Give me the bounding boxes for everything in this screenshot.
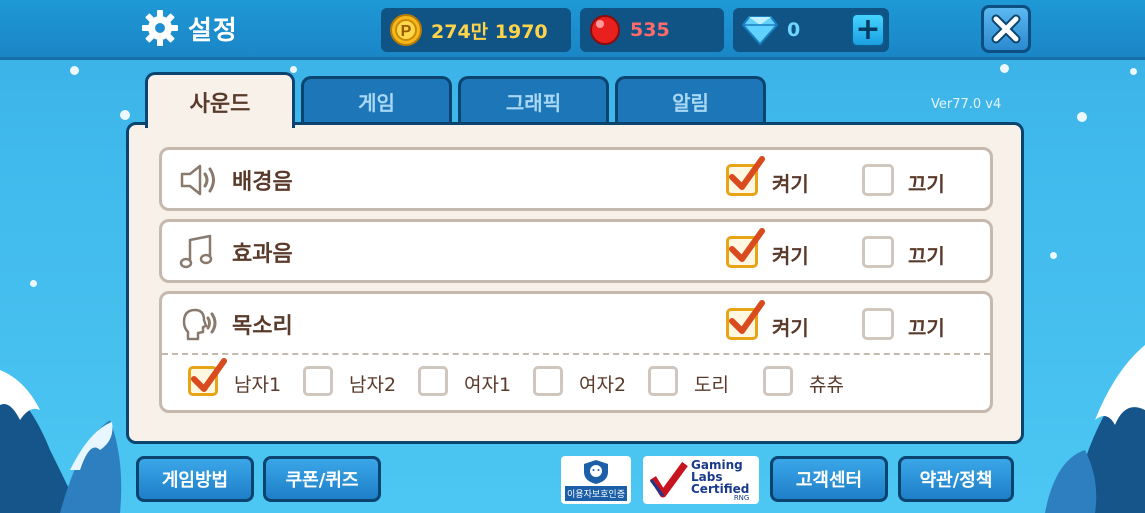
snow-dot (120, 110, 130, 120)
gaming-labs-rng: RNG (733, 493, 750, 502)
coin-amount: 274만 1970 (431, 20, 548, 43)
version-label: Ver77.0 v4 (931, 97, 1002, 112)
snow-dot (1000, 64, 1009, 73)
voice-off-checkbox[interactable] (862, 308, 894, 340)
setting-label-bgm: 배경음 (232, 170, 293, 195)
checkmark-icon (729, 228, 765, 262)
voice-male1-label: 남자1 (234, 374, 282, 396)
voice-female2-checkbox[interactable] (533, 366, 563, 396)
setting-row-sfx: 효과음 켜기 끄기 (159, 219, 993, 283)
checkmark-logo-icon (649, 461, 688, 498)
diamond-balance: 0 + (733, 8, 889, 52)
snow-dot (30, 280, 37, 287)
checkmark-icon (729, 300, 765, 334)
gaming-labs-line2: Labs (691, 469, 723, 484)
settings-header: 설정 (140, 8, 238, 48)
shield-face-icon (584, 460, 608, 484)
setting-label-voice: 목소리 (232, 314, 293, 339)
sfx-off-label: 끄기 (908, 244, 945, 268)
voice-on-checkbox[interactable] (726, 300, 765, 340)
bgm-off-label: 끄기 (908, 172, 945, 196)
voice-male2-checkbox[interactable] (303, 366, 333, 396)
setting-row-voice: 목소리 켜기 끄기 남자1 남자2 여자1 여자2 도리 츄츄 (159, 291, 993, 413)
gear-icon (142, 10, 178, 46)
coin-balance: P 274만 1970 (381, 8, 571, 52)
setting-row-bgm: 배경음 켜기 끄기 (159, 147, 993, 211)
coin-icon: P (390, 14, 422, 46)
voice-head-icon (182, 308, 217, 341)
voice-divider (162, 353, 990, 355)
coupon-quiz-button[interactable]: 쿠폰/퀴즈 (263, 456, 381, 502)
terms-policy-button[interactable]: 약관/정책 (898, 456, 1014, 502)
diamond-amount: 0 (787, 19, 801, 41)
setting-label-sfx: 효과음 (232, 242, 293, 267)
svg-text:P: P (401, 23, 412, 40)
snow-dot (1050, 252, 1057, 259)
voice-female1-checkbox[interactable] (418, 366, 448, 396)
red-ball-icon (590, 15, 620, 45)
gaming-labs-line3: Certified (691, 481, 750, 496)
ruby-balance: 535 (580, 8, 724, 52)
settings-panel: 배경음 켜기 끄기 효과음 켜기 끄기 목소리 켜기 끄기 남자1 남자2 여자… (126, 122, 1024, 444)
close-button[interactable] (981, 5, 1031, 53)
snow-dot (1077, 112, 1087, 122)
ice-mountain-left (0, 370, 122, 513)
voice-dori-checkbox[interactable] (648, 366, 678, 396)
privacy-badge-label: 이용자보호인증 (565, 486, 627, 501)
privacy-certification-badge[interactable]: 이용자보호인증 (561, 456, 631, 504)
sfx-off-checkbox[interactable] (862, 236, 894, 268)
snow-dot (70, 66, 79, 75)
sfx-on-checkbox[interactable] (726, 228, 765, 268)
checkmark-icon (191, 358, 227, 392)
ice-mountain-right (1045, 345, 1145, 513)
close-icon (991, 14, 1021, 44)
diamond-icon (741, 16, 779, 46)
how-to-play-button[interactable]: 게임방법 (136, 456, 254, 502)
tab-notifications[interactable]: 알림 (615, 76, 766, 124)
checkmark-icon (729, 156, 765, 190)
bgm-on-label: 켜기 (772, 172, 809, 196)
voice-dori-label: 도리 (694, 374, 729, 396)
bgm-on-checkbox[interactable] (726, 156, 765, 196)
voice-chuchu-label: 츄츄 (809, 374, 844, 396)
snow-dot (290, 66, 297, 73)
tab-game[interactable]: 게임 (301, 76, 452, 124)
tab-graphics[interactable]: 그래픽 (458, 76, 609, 124)
snow-dot (1130, 68, 1137, 75)
ruby-amount: 535 (630, 19, 670, 41)
music-note-icon (179, 234, 213, 269)
add-diamond-button[interactable]: + (851, 13, 885, 47)
tab-sound[interactable]: 사운드 (145, 72, 295, 128)
voice-female2-label: 여자2 (579, 374, 627, 396)
page-title: 설정 (188, 15, 238, 46)
voice-male1-checkbox[interactable] (188, 358, 227, 396)
customer-center-button[interactable]: 고객센터 (770, 456, 888, 502)
voice-chuchu-checkbox[interactable] (763, 366, 793, 396)
bgm-off-checkbox[interactable] (862, 164, 894, 196)
sfx-on-label: 켜기 (772, 244, 809, 268)
gaming-labs-line1: Gaming (691, 457, 743, 472)
gaming-labs-badge[interactable]: Gaming Labs Certified RNG (643, 456, 759, 504)
voice-male2-label: 남자2 (349, 374, 397, 396)
voice-on-label: 켜기 (772, 316, 809, 340)
voice-off-label: 끄기 (908, 316, 945, 340)
voice-female1-label: 여자1 (464, 374, 512, 396)
speaker-icon (180, 164, 215, 196)
